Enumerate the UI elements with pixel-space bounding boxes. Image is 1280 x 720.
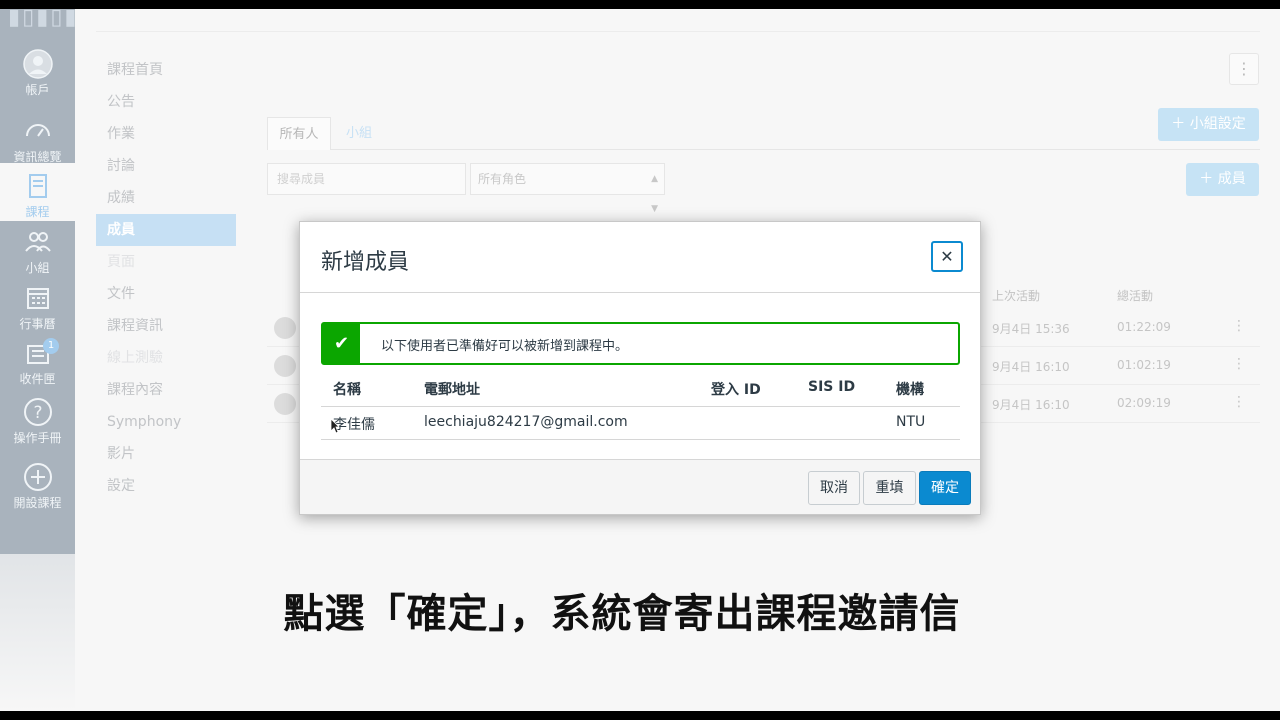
course-nav-videos[interactable]: 影片 bbox=[96, 438, 236, 470]
course-nav: 課程首頁 公告 作業 討論 成績 成員 頁面 文件 課程資訊 線上測驗 課程內容… bbox=[96, 54, 236, 502]
group-icon bbox=[24, 232, 51, 252]
plus-icon: ＋ bbox=[1171, 116, 1186, 132]
user-email-cell: leechiaju824217@gmail.com bbox=[424, 414, 628, 430]
global-nav-inbox[interactable]: 1 收件匣 bbox=[0, 338, 75, 394]
role-select[interactable]: 所有角色 ▲ ▼ bbox=[470, 163, 665, 214]
close-icon[interactable]: ✕ bbox=[931, 241, 963, 272]
global-nav-label: 帳戶 bbox=[25, 83, 50, 97]
add-people-dialog: 新增成員 ✕ ✔ 以下使用者已準備好可以被新增到課程中。 名稱 電郵地址 登入 … bbox=[299, 221, 981, 515]
course-nav-symphony[interactable]: Symphony bbox=[96, 406, 236, 438]
course-nav-settings[interactable]: 設定 bbox=[96, 470, 236, 502]
course-nav-assignments[interactable]: 作業 bbox=[96, 118, 236, 150]
global-nav-courses[interactable]: 課程 bbox=[0, 163, 75, 221]
header-sis-id: SIS ID bbox=[808, 379, 856, 395]
total-activity-cell: 01:02:19 bbox=[1117, 358, 1171, 372]
global-nav-calendar[interactable]: 行事曆 bbox=[0, 283, 75, 339]
tab-groups[interactable]: 小組 bbox=[346, 117, 372, 150]
course-nav-files[interactable]: 文件 bbox=[96, 278, 236, 310]
global-nav-account[interactable]: 帳戶 bbox=[0, 49, 75, 105]
row-options-kebab-icon[interactable]: ⋮ bbox=[1232, 318, 1246, 334]
select-arrows-icon: ▲ ▼ bbox=[651, 174, 658, 214]
avatar bbox=[274, 355, 296, 377]
checkmark-icon: ✔ bbox=[323, 324, 360, 363]
total-activity-cell: 02:09:19 bbox=[1117, 396, 1171, 410]
course-nav-modules[interactable]: 課程內容 bbox=[96, 374, 236, 406]
confirm-button[interactable]: 確定 bbox=[919, 471, 971, 505]
help-icon: ? bbox=[23, 398, 52, 426]
course-nav-announcements[interactable]: 公告 bbox=[96, 86, 236, 118]
cancel-button[interactable]: 取消 bbox=[808, 471, 860, 505]
global-nav-label: 小組 bbox=[25, 261, 50, 275]
group-settings-button[interactable]: ＋ 小組設定 bbox=[1158, 108, 1259, 141]
user-icon bbox=[22, 49, 53, 79]
avatar bbox=[274, 317, 296, 339]
plus-circle-icon bbox=[23, 463, 52, 491]
global-nav-label: 收件匣 bbox=[19, 372, 56, 386]
book-icon bbox=[28, 174, 47, 198]
global-nav-label: 課程 bbox=[25, 205, 50, 219]
logo-icon: ▮▯▮▯▮ bbox=[8, 9, 79, 30]
header-name: 名稱 bbox=[333, 382, 361, 398]
dialog-divider bbox=[300, 292, 980, 293]
plus-icon: ＋ bbox=[1199, 171, 1214, 187]
global-nav: ▮▯▮▯▮ 帳戶 資訊總覽 課程 小組 行事曆 1 收件匣 ? 操作手冊 開設課… bbox=[0, 9, 79, 554]
header-email: 電郵地址 bbox=[424, 382, 480, 398]
course-nav-pages[interactable]: 頁面 bbox=[96, 246, 236, 278]
alert-message: 以下使用者已準備好可以被新增到課程中。 bbox=[381, 339, 629, 354]
header-institution: 機構 bbox=[896, 382, 924, 398]
table-divider bbox=[321, 439, 960, 440]
last-activity-cell: 9月4日 16:10 bbox=[992, 398, 1070, 412]
row-options-kebab-icon[interactable]: ⋮ bbox=[1232, 394, 1246, 410]
app-frame: ▮▯▮▯▮ 帳戶 資訊總覽 課程 小組 行事曆 1 收件匣 ? 操作手冊 開設課… bbox=[0, 9, 1280, 711]
last-activity-cell: 9月4日 16:10 bbox=[992, 360, 1070, 374]
course-nav-people[interactable]: 成員 bbox=[96, 214, 236, 246]
total-activity-cell: 01:22:09 bbox=[1117, 320, 1171, 334]
role-select-value: 所有角色 bbox=[478, 172, 527, 186]
column-total-activity: 總活動 bbox=[1117, 289, 1154, 303]
last-activity-cell: 9月4日 15:36 bbox=[992, 322, 1070, 336]
global-nav-label: 開設課程 bbox=[13, 496, 62, 510]
inbox-count-badge: 1 bbox=[43, 338, 59, 354]
mouse-cursor-icon bbox=[330, 418, 340, 434]
add-member-button[interactable]: ＋ 成員 bbox=[1186, 163, 1259, 196]
course-nav-grades[interactable]: 成績 bbox=[96, 182, 236, 214]
global-nav-label: 行事曆 bbox=[19, 317, 56, 331]
user-institution-cell: NTU bbox=[896, 414, 926, 430]
course-nav-home[interactable]: 課程首頁 bbox=[96, 54, 236, 86]
row-options-kebab-icon[interactable]: ⋮ bbox=[1232, 356, 1246, 372]
tab-everyone[interactable]: 所有人 bbox=[267, 117, 331, 150]
calendar-icon bbox=[26, 288, 49, 309]
global-nav-help[interactable]: ? 操作手冊 bbox=[0, 397, 75, 453]
column-last-activity: 上次活動 bbox=[992, 289, 1041, 303]
page-options-kebab-icon[interactable]: ⋮ bbox=[1229, 53, 1259, 85]
global-nav-label: 操作手冊 bbox=[13, 431, 62, 445]
svg-text:?: ? bbox=[33, 403, 42, 423]
global-nav-create-course[interactable]: 開設課程 bbox=[0, 462, 75, 518]
add-member-label: 成員 bbox=[1217, 171, 1246, 187]
reset-button[interactable]: 重填 bbox=[863, 471, 916, 505]
dialog-footer: 取消 重填 確定 bbox=[300, 459, 980, 514]
course-nav-quizzes[interactable]: 線上測驗 bbox=[96, 342, 236, 374]
course-nav-syllabus[interactable]: 課程資訊 bbox=[96, 310, 236, 342]
dashboard-icon bbox=[25, 124, 50, 137]
dialog-title: 新增成員 bbox=[321, 250, 410, 275]
success-alert: ✔ 以下使用者已準備好可以被新增到課程中。 bbox=[321, 322, 960, 365]
course-nav-discussions[interactable]: 討論 bbox=[96, 150, 236, 182]
group-settings-label: 小組設定 bbox=[1189, 116, 1246, 132]
caption-text: 點選「確定」，系統會寄出課程邀請信 bbox=[283, 591, 961, 637]
people-tabs: 所有人 小組 bbox=[267, 117, 1260, 150]
search-people-input[interactable]: 搜尋成員 bbox=[267, 163, 466, 195]
global-nav-groups[interactable]: 小組 bbox=[0, 227, 75, 283]
avatar bbox=[274, 393, 296, 415]
table-divider bbox=[321, 406, 960, 407]
header-divider bbox=[96, 31, 1260, 32]
caption-subtitle: 點選「確定」，系統會寄出課程邀請信 bbox=[0, 581, 1280, 639]
header-login-id: 登入 ID bbox=[711, 382, 761, 398]
